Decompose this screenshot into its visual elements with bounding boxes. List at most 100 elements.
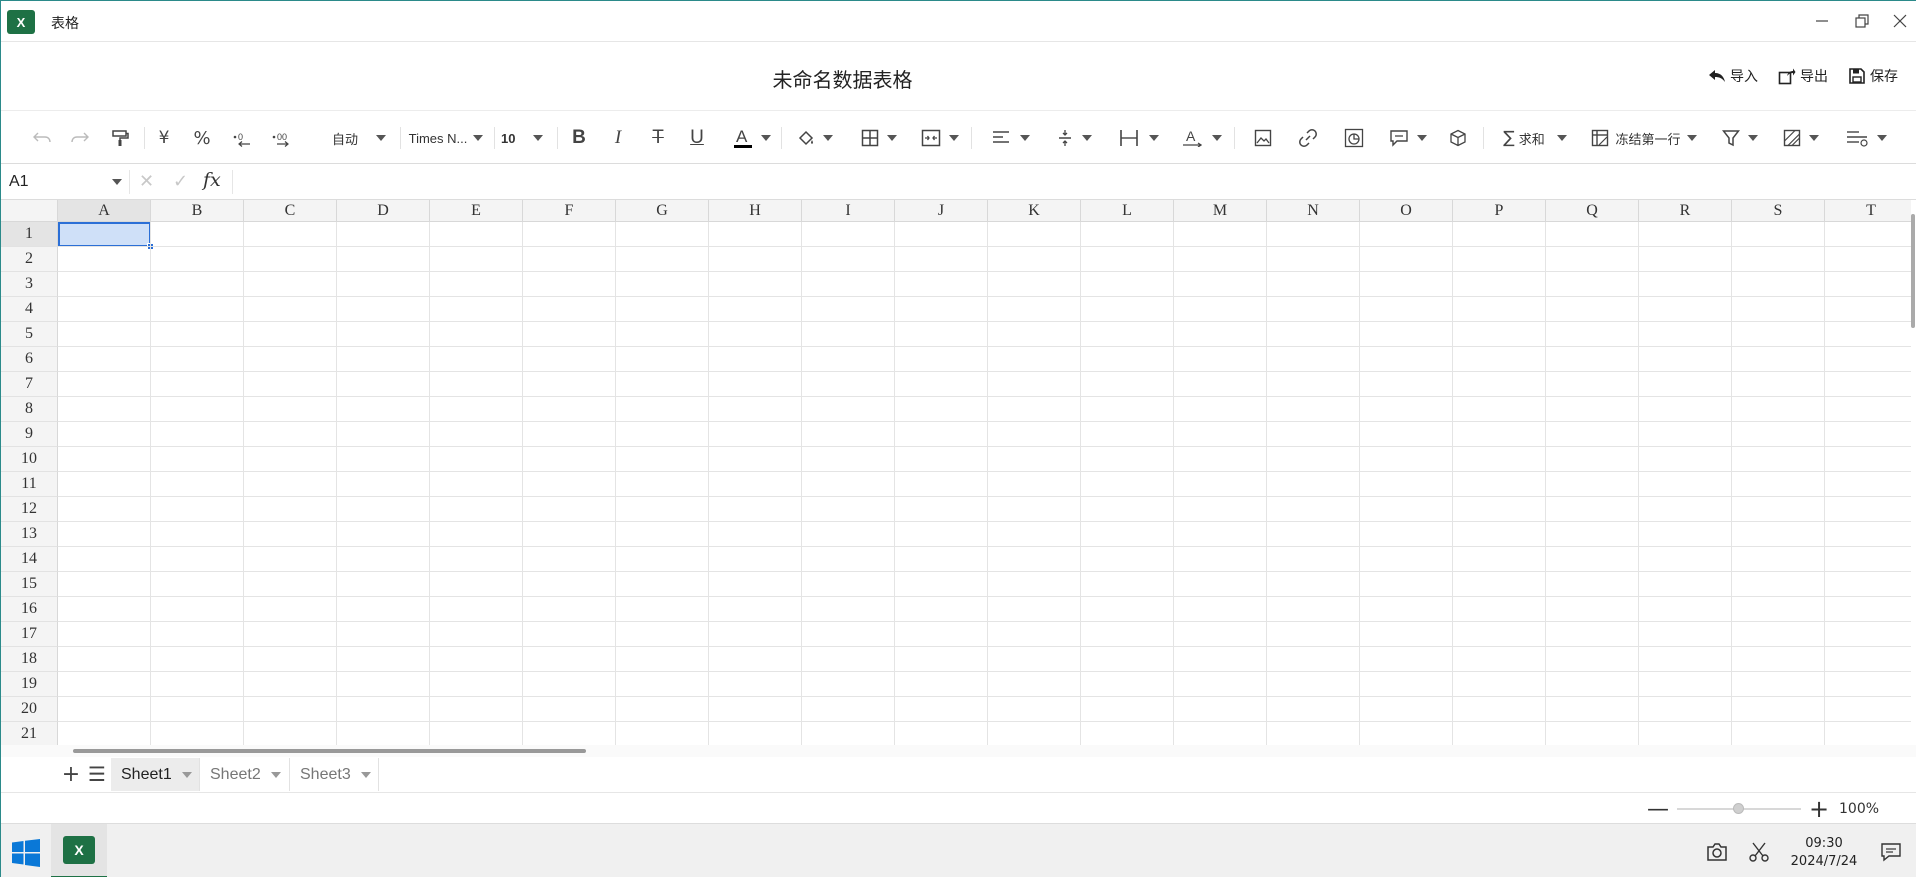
redo-button[interactable] bbox=[67, 125, 93, 151]
column-header-q[interactable]: Q bbox=[1546, 200, 1639, 222]
underline-button[interactable]: U bbox=[685, 125, 709, 151]
column-header-e[interactable]: E bbox=[430, 200, 523, 222]
italic-button[interactable]: I bbox=[606, 125, 630, 151]
column-header-b[interactable]: B bbox=[151, 200, 244, 222]
undo-button[interactable] bbox=[29, 125, 55, 151]
camera-icon[interactable] bbox=[1704, 839, 1730, 865]
text-rotation-dropdown[interactable]: A bbox=[1178, 125, 1226, 151]
chevron-down-icon[interactable] bbox=[270, 771, 281, 778]
row-header-5[interactable]: 5 bbox=[1, 322, 58, 347]
data-validation-button[interactable] bbox=[1445, 125, 1471, 151]
notification-icon[interactable] bbox=[1878, 839, 1904, 865]
increase-decimal-button[interactable]: 00 bbox=[269, 125, 297, 151]
sheet-tab-sheet3[interactable]: Sheet3 bbox=[290, 758, 379, 791]
row-header-3[interactable]: 3 bbox=[1, 272, 58, 297]
row-header-21[interactable]: 21 bbox=[1, 722, 58, 745]
column-header-k[interactable]: K bbox=[988, 200, 1081, 222]
merge-cells-dropdown[interactable] bbox=[916, 125, 964, 151]
formula-input[interactable] bbox=[241, 169, 1891, 195]
column-header-t[interactable]: T bbox=[1825, 200, 1911, 222]
sheet-list-button[interactable]: ☰ bbox=[86, 762, 108, 786]
row-header-4[interactable]: 4 bbox=[1, 297, 58, 322]
row-header-16[interactable]: 16 bbox=[1, 597, 58, 622]
column-header-g[interactable]: G bbox=[616, 200, 709, 222]
cancel-edit-icon[interactable]: ✕ bbox=[139, 171, 154, 192]
function-icon[interactable]: fx bbox=[203, 169, 221, 191]
chevron-down-icon[interactable] bbox=[112, 179, 122, 185]
row-header-9[interactable]: 9 bbox=[1, 422, 58, 447]
vertical-align-dropdown[interactable] bbox=[1054, 125, 1096, 151]
sheet-tab-sheet1[interactable]: Sheet1 bbox=[111, 758, 200, 791]
column-header-l[interactable]: L bbox=[1081, 200, 1174, 222]
row-header-8[interactable]: 8 bbox=[1, 397, 58, 422]
vertical-scrollbar-thumb[interactable] bbox=[1911, 214, 1915, 328]
chevron-down-icon[interactable] bbox=[181, 771, 192, 778]
conditional-format-dropdown[interactable] bbox=[1779, 125, 1823, 151]
row-header-7[interactable]: 7 bbox=[1, 372, 58, 397]
column-header-a[interactable]: A bbox=[58, 200, 151, 222]
format-painter-button[interactable] bbox=[107, 125, 133, 151]
column-header-j[interactable]: J bbox=[895, 200, 988, 222]
chevron-down-icon[interactable] bbox=[360, 771, 371, 778]
row-header-20[interactable]: 20 bbox=[1, 697, 58, 722]
text-wrap-dropdown[interactable] bbox=[1115, 125, 1163, 151]
number-format-dropdown[interactable]: 自动 bbox=[321, 125, 397, 151]
close-button[interactable] bbox=[1885, 9, 1915, 33]
row-header-18[interactable]: 18 bbox=[1, 647, 58, 672]
horizontal-scrollbar-thumb[interactable] bbox=[73, 749, 586, 753]
row-header-1[interactable]: 1 bbox=[1, 222, 58, 247]
column-header-c[interactable]: C bbox=[244, 200, 337, 222]
more-options-dropdown[interactable] bbox=[1841, 125, 1891, 151]
font-family-dropdown[interactable]: Times N... bbox=[403, 125, 489, 151]
row-header-2[interactable]: 2 bbox=[1, 247, 58, 272]
cell-name-box[interactable]: A1 bbox=[1, 164, 128, 200]
row-header-17[interactable]: 17 bbox=[1, 622, 58, 647]
select-all-corner[interactable] bbox=[1, 200, 58, 222]
row-header-13[interactable]: 13 bbox=[1, 522, 58, 547]
row-header-14[interactable]: 14 bbox=[1, 547, 58, 572]
document-title[interactable]: 未命名数据表格 bbox=[1, 64, 1684, 93]
scissors-icon[interactable] bbox=[1746, 839, 1772, 865]
column-header-r[interactable]: R bbox=[1639, 200, 1732, 222]
minimize-button[interactable] bbox=[1807, 9, 1837, 33]
insert-chart-button[interactable] bbox=[1342, 125, 1366, 151]
insert-comment-dropdown[interactable] bbox=[1385, 125, 1431, 151]
sheet-tab-sheet2[interactable]: Sheet2 bbox=[200, 758, 290, 791]
currency-format-button[interactable]: ¥ bbox=[152, 125, 176, 151]
bold-button[interactable]: B bbox=[567, 125, 591, 151]
decrease-decimal-button[interactable]: 0 bbox=[230, 125, 256, 151]
percent-format-button[interactable]: % bbox=[190, 125, 214, 151]
system-clock[interactable]: 09:30 2024/7/24 bbox=[1779, 835, 1869, 871]
zoom-out-button[interactable]: — bbox=[1647, 797, 1669, 822]
filter-dropdown[interactable] bbox=[1719, 125, 1761, 151]
font-color-dropdown[interactable]: A bbox=[728, 125, 776, 151]
column-header-h[interactable]: H bbox=[709, 200, 802, 222]
column-header-i[interactable]: I bbox=[802, 200, 895, 222]
freeze-panes-dropdown[interactable]: 冻结第一行 bbox=[1588, 125, 1700, 151]
horizontal-align-dropdown[interactable] bbox=[987, 125, 1035, 151]
taskbar-spreadsheet-app[interactable]: X bbox=[51, 824, 107, 877]
column-header-n[interactable]: N bbox=[1267, 200, 1360, 222]
column-header-s[interactable]: S bbox=[1732, 200, 1825, 222]
restore-button[interactable] bbox=[1847, 9, 1877, 33]
windows-start-icon[interactable] bbox=[11, 838, 41, 868]
zoom-in-button[interactable]: + bbox=[1809, 795, 1829, 823]
strikethrough-button[interactable]: T bbox=[646, 125, 670, 151]
font-size-dropdown[interactable]: 10 bbox=[501, 125, 551, 151]
row-header-11[interactable]: 11 bbox=[1, 472, 58, 497]
fill-color-dropdown[interactable] bbox=[791, 125, 839, 151]
row-header-19[interactable]: 19 bbox=[1, 672, 58, 697]
row-header-12[interactable]: 12 bbox=[1, 497, 58, 522]
row-header-10[interactable]: 10 bbox=[1, 447, 58, 472]
column-header-p[interactable]: P bbox=[1453, 200, 1546, 222]
add-sheet-button[interactable]: + bbox=[60, 762, 82, 787]
confirm-edit-icon[interactable]: ✓ bbox=[173, 171, 188, 192]
column-header-f[interactable]: F bbox=[523, 200, 616, 222]
insert-image-button[interactable] bbox=[1251, 125, 1275, 151]
column-header-m[interactable]: M bbox=[1174, 200, 1267, 222]
horizontal-scrollbar[interactable] bbox=[1, 745, 1916, 757]
sum-dropdown[interactable]: ∑ 求和 bbox=[1499, 125, 1571, 151]
spreadsheet-grid[interactable]: ABCDEFGHIJKLMNOPQRST 1 2 3 4 5 6 7 8 9 10 11 12 13 14… bbox=[1, 200, 1911, 745]
row-header-6[interactable]: 6 bbox=[1, 347, 58, 372]
column-header-d[interactable]: D bbox=[337, 200, 430, 222]
